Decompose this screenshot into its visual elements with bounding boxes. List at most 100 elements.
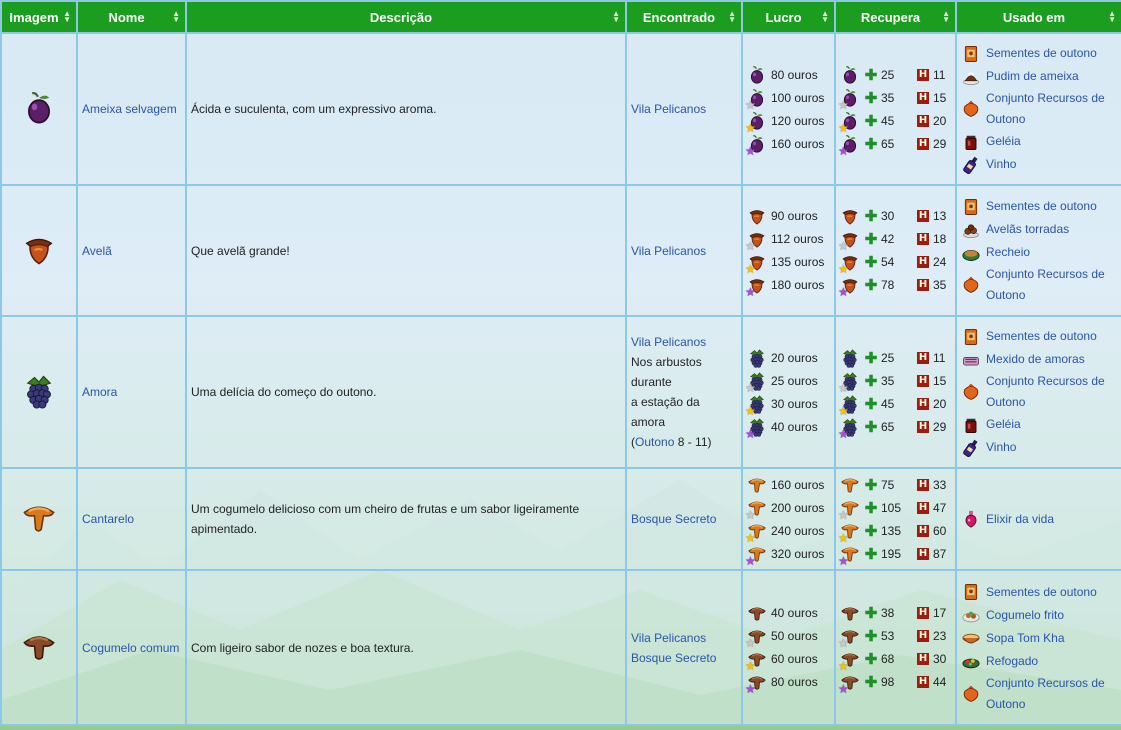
sell-price: 135 ouros — [771, 255, 825, 269]
used-in-item: Refogado — [961, 650, 1117, 673]
sort-arrows-icon[interactable]: ▲ ▼ — [1108, 10, 1116, 24]
col-header-usado-em[interactable]: Usado em ▲ ▼ — [955, 0, 1121, 34]
common-mushroom-icon[interactable] — [21, 628, 57, 667]
gold-star-icon: ★ — [745, 403, 756, 418]
seed-packet-icon — [964, 198, 978, 215]
used-in-link[interactable]: Mexido de amoras — [986, 349, 1085, 370]
col-header-recupera[interactable]: Recupera ▲ ▼ — [834, 0, 957, 34]
location-link[interactable]: Bosque Secreto — [631, 651, 716, 665]
health-icon: H — [917, 501, 929, 514]
restore-cell: ✚ 38 H 17 ★ ✚ 53 H 23 ★ ✚ 68 H 30 ★ ✚ 98 H 44 — [834, 569, 957, 726]
blackberry-icon — [747, 348, 767, 368]
used-in-link[interactable]: Vinho — [986, 154, 1016, 175]
forage-table: Imagem ▲ ▼ Nome ▲ ▼ Descrição ▲ ▼ Encontrado ▲ ▼… — [0, 0, 1121, 726]
location-link[interactable]: Vila Pelicanos — [631, 244, 706, 258]
table-row: Cantarelo Um cogumelo delicioso com um ch… — [0, 467, 1121, 571]
sell-price-row: ★ 160 ouros — [745, 132, 830, 157]
location-link[interactable]: Bosque Secreto — [631, 512, 716, 526]
used-in-link[interactable]: Elixir da vida — [986, 509, 1054, 530]
item-name-link[interactable]: Cantarelo — [82, 512, 134, 526]
sell-cell: 20 ouros ★ 25 ouros ★ 30 ouros ★ 40 ouros — [741, 315, 836, 469]
used-in-link[interactable]: Avelãs torradas — [986, 219, 1069, 240]
energy-value: 195 — [881, 546, 902, 561]
item-name-link[interactable]: Avelã — [82, 244, 112, 258]
used-in-link[interactable]: Refogado — [986, 651, 1038, 672]
col-header-lucro[interactable]: Lucro ▲ ▼ — [741, 0, 836, 34]
common-mushroom-icon: ★ — [745, 626, 767, 649]
item-description: Uma delícia do começo do outono. — [191, 385, 377, 399]
gold-star-icon: ★ — [745, 120, 756, 135]
used-in-link[interactable]: Cogumelo frito — [986, 605, 1064, 626]
col-header-descricao[interactable]: Descrição ▲ ▼ — [185, 0, 627, 34]
health-value: 30 — [933, 652, 947, 666]
item-description: Que avelã grande! — [191, 243, 290, 258]
restore-cell: ✚ 30 H 13 ★ ✚ 42 H 18 ★ ✚ 54 H 24 ★ ✚ 78 H 35 — [834, 184, 957, 317]
used-in-link[interactable]: Conjunto Recursos de Outono — [986, 673, 1117, 715]
col-header-label: Imagem — [9, 9, 59, 25]
restore-row: ★ ✚ 65 H 29 — [838, 132, 951, 157]
stuffing-icon — [962, 249, 980, 261]
sort-arrows-icon[interactable]: ▲ ▼ — [728, 10, 736, 24]
sort-arrows-icon[interactable]: ▲ ▼ — [63, 10, 71, 24]
sell-price-row: 90 ouros — [747, 205, 830, 228]
used-in-link[interactable]: Recheio — [986, 242, 1030, 263]
used-in-link[interactable]: Conjunto Recursos de Outono — [986, 371, 1117, 413]
silver-star-icon: ★ — [745, 380, 756, 395]
description-cell: Que avelã grande! — [185, 184, 627, 317]
health-value: 29 — [933, 136, 947, 151]
location-link[interactable]: Vila Pelicanos — [631, 335, 706, 349]
hazelnut-icon — [840, 206, 860, 226]
used-in-link[interactable]: Sementes de outono — [986, 43, 1097, 64]
sort-arrows-icon[interactable]: ▲ ▼ — [172, 10, 180, 24]
item-name-link[interactable]: Cogumelo comum — [82, 641, 179, 655]
used-in-link[interactable]: Sementes de outono — [986, 196, 1097, 217]
sort-arrows-icon[interactable]: ▲ ▼ — [942, 10, 950, 24]
sort-arrows-icon[interactable]: ▲ ▼ — [612, 10, 620, 24]
found-text: Nos arbustos — [631, 355, 702, 369]
hazelnut-icon — [747, 206, 767, 226]
col-header-imagem[interactable]: Imagem ▲ ▼ — [0, 0, 78, 34]
sell-price-row: ★ 40 ouros — [745, 415, 830, 440]
plum-icon[interactable] — [21, 90, 57, 129]
used-in-link[interactable]: Sopa Tom Kha — [986, 628, 1065, 649]
restore-row: ★ ✚ 105 H 47 — [838, 496, 951, 521]
blackberry-icon: ★ — [745, 417, 767, 440]
energy-value: 42 — [881, 232, 895, 246]
used-in-item: Sopa Tom Kha — [961, 627, 1117, 650]
location-link[interactable]: Vila Pelicanos — [631, 631, 706, 645]
used-in-link[interactable]: Sementes de outono — [986, 326, 1097, 347]
hazelnut-icon[interactable] — [21, 231, 57, 270]
sort-arrows-icon[interactable]: ▲ ▼ — [821, 10, 829, 24]
hazelnut-icon: ★ — [838, 229, 860, 253]
hazelnut-icon: ★ — [745, 229, 767, 252]
used-in-link[interactable]: Pudim de ameixa — [986, 66, 1079, 87]
col-header-encontrado[interactable]: Encontrado ▲ ▼ — [625, 0, 743, 34]
health-icon: H — [917, 374, 929, 387]
energy-value: 105 — [881, 500, 902, 515]
used-in-link[interactable]: Geléia — [986, 131, 1021, 152]
silver-star-icon: ★ — [838, 239, 849, 253]
used-in-link[interactable]: Sementes de outono — [986, 582, 1097, 603]
sell-price: 30 ouros — [771, 396, 818, 411]
tom-kha-soup-icon — [962, 633, 980, 644]
health-icon: H — [917, 547, 929, 560]
used-in-link[interactable]: Conjunto Recursos de Outono — [986, 264, 1117, 306]
used-in-link[interactable]: Geléia — [986, 414, 1021, 435]
sell-price-row: ★ 240 ouros — [745, 519, 830, 544]
sell-price-row: 20 ouros — [747, 346, 830, 369]
iridium-star-icon: ★ — [838, 553, 849, 568]
item-name-link[interactable]: Ameixa selvagem — [82, 102, 177, 116]
chanterelle-icon[interactable] — [21, 500, 57, 539]
table-row: Avelã Que avelã grande! Vila Pelicanos 90 o… — [0, 184, 1121, 317]
item-name-link[interactable]: Amora — [82, 385, 117, 399]
location-link[interactable]: Vila Pelicanos — [631, 102, 706, 116]
used-in-link[interactable]: Conjunto Recursos de Outono — [986, 88, 1117, 130]
sell-price: 25 ouros — [771, 373, 818, 388]
health-value: 13 — [933, 209, 947, 223]
col-header-nome[interactable]: Nome ▲ ▼ — [76, 0, 187, 34]
found-text: durante — [631, 375, 672, 389]
used-in-link[interactable]: Vinho — [986, 437, 1016, 458]
blackberry-icon[interactable] — [21, 373, 57, 412]
season-link[interactable]: Outono — [635, 435, 674, 449]
plum-icon: ★ — [838, 111, 860, 134]
